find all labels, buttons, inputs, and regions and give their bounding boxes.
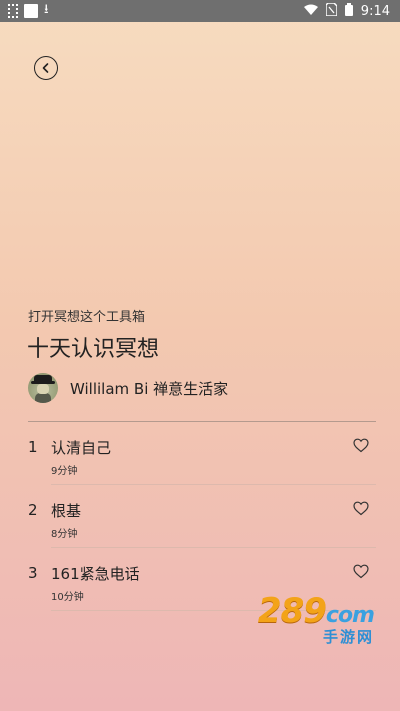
battery-icon <box>344 2 353 20</box>
course-title: 十天认识冥想 <box>27 337 160 362</box>
lesson-number: 2 <box>28 501 38 519</box>
status-bar: ⭳ 9:14 <box>0 0 400 22</box>
status-time: 9:14 <box>360 3 390 19</box>
lesson-duration: 10分钟 <box>51 592 84 603</box>
lesson-number: 3 <box>28 564 38 582</box>
favorite-heart-icon[interactable] <box>353 564 369 579</box>
author-avatar[interactable] <box>28 373 58 403</box>
notification-app-icon <box>24 4 38 18</box>
wifi-icon <box>303 4 318 19</box>
author-row[interactable]: Willilam Bi 禅意生活家 <box>28 373 228 403</box>
favorite-heart-icon[interactable] <box>353 438 369 453</box>
watermark-logo: 289com <box>257 591 375 631</box>
no-sim-icon <box>325 1 338 20</box>
lesson-item[interactable]: 1 认清自己 9分钟 <box>0 422 400 485</box>
lesson-number: 1 <box>28 438 38 456</box>
lesson-item[interactable]: 2 根基 8分钟 <box>0 485 400 548</box>
lesson-duration: 9分钟 <box>51 466 78 477</box>
course-subtitle: 打开冥想这个工具箱 <box>28 310 146 325</box>
lesson-duration: 8分钟 <box>51 529 78 540</box>
download-icon: ⭳ <box>44 2 49 17</box>
notification-dots-icon <box>8 4 18 18</box>
site-watermark: 289com 手游网 <box>257 591 375 647</box>
favorite-heart-icon[interactable] <box>353 501 369 516</box>
author-name[interactable]: Willilam Bi 禅意生活家 <box>70 378 228 399</box>
watermark-subtext: 手游网 <box>322 628 374 646</box>
lesson-title: 认清自己 <box>51 439 112 457</box>
lesson-title: 161紧急电话 <box>51 565 140 583</box>
lesson-list: 1 认清自己 9分钟 2 根基 8分钟 3 161紧急电话 10分钟 <box>0 422 400 611</box>
lesson-title: 根基 <box>51 502 82 520</box>
back-arrow-circle-icon <box>42 63 49 73</box>
back-button[interactable] <box>34 56 58 80</box>
